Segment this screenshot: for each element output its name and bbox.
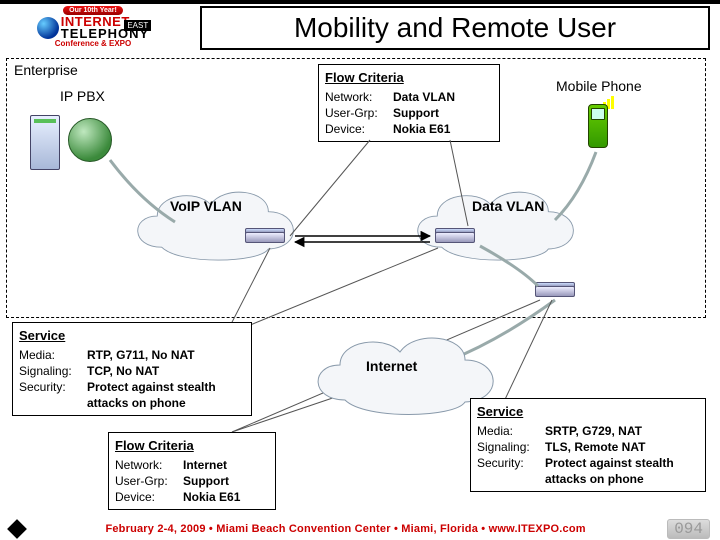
footer-diamond-icon [7, 519, 27, 539]
mobile-phone-icon [582, 96, 614, 150]
slide-number: 094 [667, 519, 710, 539]
ip-pbx-icon [30, 100, 140, 170]
voip-router-icon [245, 228, 285, 244]
data-vlan-label: Data VLAN [472, 198, 544, 214]
flow-criteria-bottom-box: Flow Criteria Network:Internet User-Grp:… [108, 432, 276, 510]
data-vlan-cloud [400, 185, 590, 265]
footer-text: February 2-4, 2009 • Miami Beach Convent… [34, 523, 657, 535]
mobile-phone-label: Mobile Phone [556, 78, 642, 94]
enterprise-label: Enterprise [14, 62, 78, 78]
flow-criteria-bottom-heading: Flow Criteria [115, 437, 269, 455]
internet-label: Internet [366, 358, 417, 374]
voip-vlan-label: VoIP VLAN [170, 198, 242, 214]
voip-vlan-cloud [120, 185, 310, 265]
slide-title: Mobility and Remote User [200, 6, 710, 50]
globe-icon [37, 17, 59, 39]
service-right-box: Service Media:SRTP, G729, NAT Signaling:… [470, 398, 706, 492]
edge-router-icon [535, 282, 575, 298]
service-left-box: Service Media:RTP, G711, No NAT Signalin… [12, 322, 252, 416]
logo-east-badge: EAST [124, 20, 151, 31]
data-vlan-router-icon [435, 228, 475, 244]
flow-criteria-top-box: Flow Criteria Network:Data VLAN User-Grp… [318, 64, 500, 142]
event-logo: Our 10th Year! INTERNET TELEPHONY EAST C… [8, 6, 178, 54]
slide-footer: February 2-4, 2009 • Miami Beach Convent… [0, 518, 720, 540]
logo-subtitle: Conference & EXPO [55, 39, 131, 48]
service-left-heading: Service [19, 327, 245, 345]
service-right-heading: Service [477, 403, 699, 421]
flow-criteria-top-heading: Flow Criteria [325, 69, 493, 87]
